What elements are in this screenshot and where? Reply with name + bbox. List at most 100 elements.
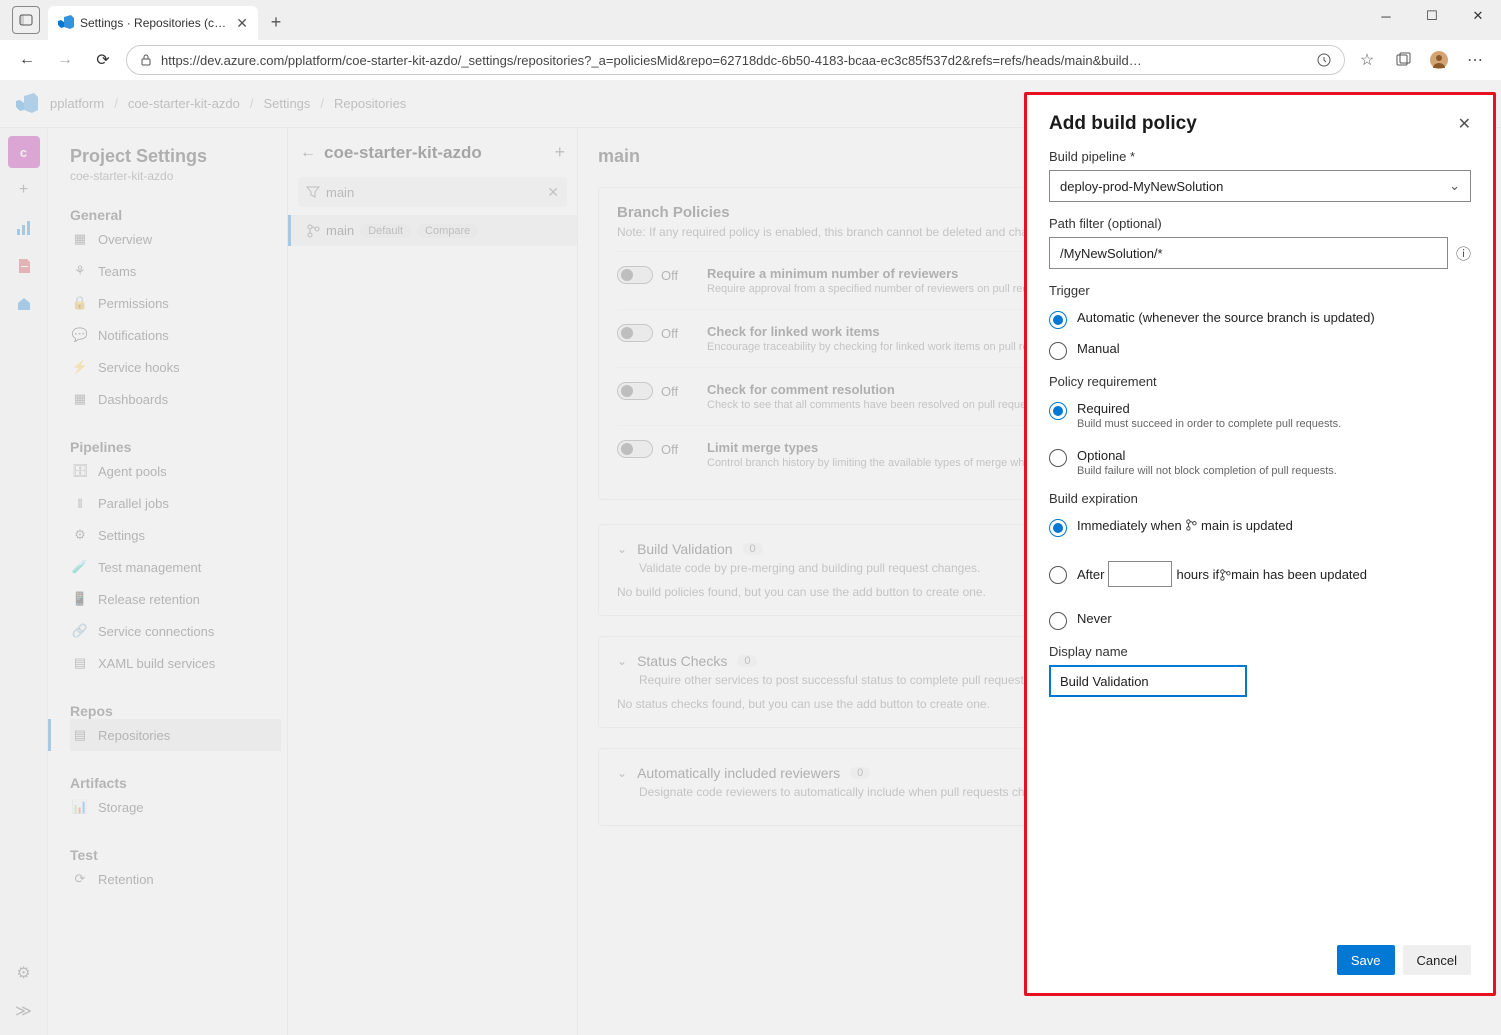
panel-title: Add build policy	[1049, 113, 1197, 135]
radio-icon	[1049, 519, 1067, 537]
chevron-down-icon[interactable]: ⌄	[617, 766, 627, 780]
path-filter-input[interactable]	[1049, 237, 1448, 269]
azure-devops-logo-icon[interactable]	[16, 93, 38, 115]
tab-actions-icon[interactable]	[12, 6, 40, 34]
build-pipeline-select[interactable]: deploy-prod-MyNewSolution ⌄	[1049, 170, 1471, 202]
menu-icon[interactable]: ⋯	[1461, 46, 1489, 74]
nav-storage[interactable]: 📊Storage	[70, 791, 281, 823]
nav-agent-pools[interactable]: 🗄Agent pools	[70, 455, 281, 487]
clear-filter-icon[interactable]: ✕	[547, 184, 559, 201]
rail-repos-icon[interactable]	[8, 250, 40, 282]
breadcrumb-settings[interactable]: Settings	[263, 96, 310, 111]
url-box[interactable]: https://dev.azure.com/pplatform/coe-star…	[126, 45, 1345, 75]
branch-icon	[306, 224, 320, 238]
display-name-input[interactable]	[1049, 665, 1247, 697]
toggle-linked-work-items[interactable]	[617, 324, 653, 342]
toggle-comment-resolution[interactable]	[617, 382, 653, 400]
rail-boards-icon[interactable]	[8, 212, 40, 244]
badge-compare: Compare	[417, 224, 478, 238]
url-text: https://dev.azure.com/pplatform/coe-star…	[161, 53, 1308, 68]
nav-release-retention[interactable]: 📱Release retention	[70, 583, 281, 615]
branch-name: main	[326, 223, 354, 238]
nav-dashboards[interactable]: ▦Dashboards	[70, 383, 281, 415]
expiration-never-option[interactable]: Never	[1049, 611, 1471, 630]
nav-repositories[interactable]: ▤Repositories	[70, 719, 281, 751]
nav-retention[interactable]: ⟳Retention	[70, 863, 281, 895]
rail-project-icon[interactable]: c	[8, 136, 40, 168]
repo-header: ← coe-starter-kit-azdo +	[288, 128, 577, 177]
path-filter-label: Path filter (optional)	[1049, 216, 1471, 231]
chevron-down-icon: ⌄	[1449, 178, 1460, 194]
toggle-min-reviewers[interactable]	[617, 266, 653, 284]
back-arrow-icon[interactable]: ←	[300, 144, 316, 162]
tab-close-icon[interactable]: ✕	[236, 15, 248, 32]
radio-icon	[1049, 449, 1067, 467]
trigger-automatic-option[interactable]: Automatic (whenever the source branch is…	[1049, 310, 1471, 329]
nav-test-management[interactable]: 🧪Test management	[70, 551, 281, 583]
rail-add-icon[interactable]: +	[8, 174, 40, 206]
rail-settings-icon[interactable]: ⚙	[8, 957, 40, 989]
collections-icon[interactable]	[1389, 46, 1417, 74]
minimize-button[interactable]: ─	[1363, 0, 1409, 32]
maximize-button[interactable]: ☐	[1409, 0, 1455, 32]
rail-pipelines-icon[interactable]	[8, 288, 40, 320]
breadcrumb: pplatform / coe-starter-kit-azdo / Setti…	[50, 96, 406, 111]
forward-button: →	[50, 45, 80, 75]
connections-icon: 🔗	[72, 623, 88, 639]
refresh-button[interactable]: ⟳	[88, 45, 118, 75]
radio-icon	[1049, 612, 1067, 630]
cancel-button[interactable]: Cancel	[1403, 945, 1471, 975]
count-badge: 0	[743, 543, 763, 555]
trigger-manual-option[interactable]: Manual	[1049, 341, 1471, 360]
branch-row-main[interactable]: main Default Compare	[288, 215, 577, 246]
nav-service-connections[interactable]: 🔗Service connections	[70, 615, 281, 647]
back-button[interactable]: ←	[12, 45, 42, 75]
section-test: Test	[70, 847, 281, 863]
notifications-icon: 💬	[72, 327, 88, 343]
add-build-policy-panel: Add build policy ✕ Build pipeline * depl…	[1027, 95, 1493, 993]
breadcrumb-org[interactable]: pplatform	[50, 96, 104, 111]
flask-icon: 🧪	[72, 559, 88, 575]
nav-permissions[interactable]: 🔒Permissions	[70, 287, 281, 319]
profile-icon[interactable]	[1425, 46, 1453, 74]
close-window-button[interactable]: ✕	[1455, 0, 1501, 32]
save-button[interactable]: Save	[1337, 945, 1395, 975]
close-icon[interactable]: ✕	[1458, 114, 1471, 134]
branch-icon	[1185, 519, 1197, 531]
browser-chrome: Settings · Repositories (coe-start… ✕ + …	[0, 0, 1501, 80]
display-name-label: Display name	[1049, 644, 1471, 659]
branch-filter[interactable]: main ✕	[298, 177, 567, 207]
storage-icon: 📊	[72, 799, 88, 815]
breadcrumb-project[interactable]: coe-starter-kit-azdo	[128, 96, 240, 111]
chevron-down-icon[interactable]: ⌄	[617, 654, 627, 668]
breadcrumb-area[interactable]: Repositories	[334, 96, 406, 111]
chevron-down-icon[interactable]: ⌄	[617, 542, 627, 556]
favorite-icon[interactable]: ☆	[1353, 46, 1381, 74]
info-icon[interactable]: ⓘ	[1456, 243, 1471, 264]
repo-icon: ▤	[72, 727, 88, 743]
nav-xaml[interactable]: ▤XAML build services	[70, 647, 281, 679]
requirement-required-option[interactable]: Required Build must succeed in order to …	[1049, 401, 1471, 430]
expiration-hours-input[interactable]	[1108, 561, 1172, 587]
lock-icon	[139, 53, 153, 67]
nav-parallel-jobs[interactable]: ‖Parallel jobs	[70, 487, 281, 519]
overview-icon: ▦	[72, 231, 88, 247]
new-tab-button[interactable]: +	[262, 8, 290, 36]
nav-service-hooks[interactable]: ⚡Service hooks	[70, 351, 281, 383]
add-branch-icon[interactable]: +	[554, 142, 565, 163]
section-general: General	[70, 207, 281, 223]
nav-notifications[interactable]: 💬Notifications	[70, 319, 281, 351]
azure-devops-favicon-icon	[58, 15, 74, 31]
nav-teams[interactable]: ⚘Teams	[70, 255, 281, 287]
expiration-after-option[interactable]: After hours if main has been updated	[1049, 561, 1471, 587]
lock-icon: 🔒	[72, 295, 88, 311]
requirement-optional-option[interactable]: Optional Build failure will not block co…	[1049, 448, 1471, 477]
toggle-limit-merge[interactable]	[617, 440, 653, 458]
nav-pipelines-settings[interactable]: ⚙Settings	[70, 519, 281, 551]
reader-icon[interactable]	[1316, 52, 1332, 68]
rail-expand-icon[interactable]: ≫	[8, 995, 40, 1027]
nav-overview[interactable]: ▦Overview	[70, 223, 281, 255]
browser-tab[interactable]: Settings · Repositories (coe-start… ✕	[48, 6, 258, 40]
toggle-state: Off	[661, 268, 678, 283]
expiration-immediate-option[interactable]: Immediately when main is updated	[1049, 518, 1471, 537]
